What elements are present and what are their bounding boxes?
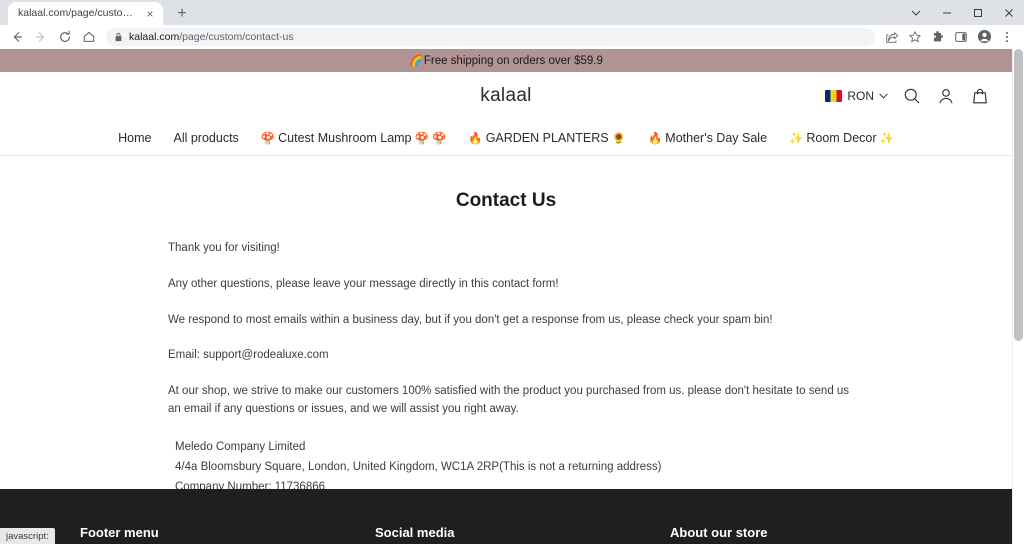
nav-item-garden-planters[interactable]: 🔥 GARDEN PLANTERS 🌻: [468, 131, 626, 145]
nav-item-room-decor[interactable]: ✨ Room Decor ✨: [789, 131, 894, 145]
close-tab-icon[interactable]: ×: [143, 7, 157, 21]
tab-strip: kalaal.com/page/custom/contac × +: [0, 0, 1024, 25]
paragraph: At our shop, we strive to make our custo…: [168, 383, 852, 419]
cart-icon[interactable]: [970, 86, 990, 106]
account-icon[interactable]: [936, 86, 956, 106]
nav-label: GARDEN PLANTERS: [486, 131, 609, 145]
reload-icon[interactable]: [54, 26, 76, 48]
browser-window: kalaal.com/page/custom/contac × +: [0, 0, 1024, 544]
browser-toolbar: kalaal.com/page/custom/contact-us: [0, 25, 1024, 49]
nav-item-mothers-day-sale[interactable]: 🔥 Mother's Day Sale: [648, 131, 767, 145]
back-icon[interactable]: [6, 26, 28, 48]
mushroom-icon-after: 🍄 🍄: [415, 131, 447, 145]
website-content: 🌈Free shipping on orders over $59.9 kala…: [0, 49, 1012, 544]
page-scrollbar[interactable]: [1012, 49, 1024, 544]
email-paragraph: Email: support@rodealuxe.com: [168, 347, 852, 365]
romania-flag-icon: [825, 90, 842, 102]
company-street: 4/4a Bloomsbury Square, London, United K…: [175, 457, 852, 477]
scrollbar-thumb[interactable]: [1014, 49, 1023, 341]
footer-heading-social-media: Social media: [375, 525, 670, 540]
chevron-down-icon: [879, 91, 888, 101]
address-bar[interactable]: kalaal.com/page/custom/contact-us: [106, 28, 875, 46]
maximize-window-icon[interactable]: [962, 0, 993, 25]
tab-search-icon[interactable]: [900, 0, 931, 25]
search-icon[interactable]: [902, 86, 922, 106]
paragraph: We respond to most emails within a busin…: [168, 312, 852, 330]
url-domain: kalaal.com: [129, 31, 179, 43]
nav-label: Home: [118, 131, 151, 145]
sparkles-icon: ✨: [789, 131, 803, 145]
paragraph: Thank you for visiting!: [168, 240, 852, 258]
mushroom-icon: 🍄: [261, 131, 275, 145]
browser-tab[interactable]: kalaal.com/page/custom/contac ×: [8, 2, 163, 25]
close-window-icon[interactable]: [993, 0, 1024, 25]
currency-selector[interactable]: RON: [825, 89, 888, 103]
main-navigation: Home All products 🍄 Cutest Mushroom Lamp…: [0, 120, 1012, 156]
company-name: Meledo Company Limited: [175, 437, 852, 457]
profile-avatar-icon[interactable]: [973, 26, 995, 48]
header-actions: RON: [825, 86, 990, 106]
bookmark-star-icon[interactable]: [904, 26, 926, 48]
sparkles-icon-after: ✨: [880, 131, 894, 145]
site-header: kalaal RON: [0, 72, 1012, 120]
status-bar: javascript:: [0, 528, 55, 544]
new-tab-button[interactable]: +: [169, 3, 195, 25]
page-title: Contact Us: [0, 190, 1012, 212]
toolbar-actions: [881, 26, 1018, 48]
nav-item-all-products[interactable]: All products: [173, 131, 238, 145]
currency-code: RON: [847, 89, 874, 103]
contact-body: Thank you for visiting! Any other questi…: [168, 240, 852, 517]
page-viewport: 🌈Free shipping on orders over $59.9 kala…: [0, 49, 1024, 544]
chrome-menu-icon[interactable]: [996, 26, 1018, 48]
page-content: Contact Us Thank you for visiting! Any o…: [0, 156, 1012, 517]
announcement-text: Free shipping on orders over $59.9: [424, 55, 603, 67]
fire-icon: 🔥: [468, 131, 482, 145]
tab-title: kalaal.com/page/custom/contac: [18, 2, 139, 25]
minimize-window-icon[interactable]: [931, 0, 962, 25]
nav-label: Cutest Mushroom Lamp: [278, 131, 411, 145]
announcement-bar: 🌈Free shipping on orders over $59.9: [0, 49, 1012, 72]
nav-label: Room Decor: [806, 131, 876, 145]
extensions-puzzle-icon[interactable]: [927, 26, 949, 48]
nav-label: All products: [173, 131, 238, 145]
footer-columns: Footer menu Social media About our store: [0, 489, 1012, 540]
footer-heading-footer-menu: Footer menu: [80, 525, 375, 540]
lock-icon: [114, 32, 123, 42]
url-text: kalaal.com/page/custom/contact-us: [129, 31, 294, 43]
forward-icon[interactable]: [30, 26, 52, 48]
share-icon[interactable]: [881, 26, 903, 48]
home-icon[interactable]: [78, 26, 100, 48]
nav-item-home[interactable]: Home: [118, 131, 151, 145]
nav-label: Mother's Day Sale: [665, 131, 767, 145]
url-path: /page/custom/contact-us: [179, 31, 293, 43]
nav-item-cutest-mushroom-lamp[interactable]: 🍄 Cutest Mushroom Lamp 🍄 🍄: [261, 131, 447, 145]
footer-heading-about-our-store: About our store: [670, 525, 768, 540]
site-footer: Footer menu Social media About our store: [0, 489, 1012, 544]
side-panel-icon[interactable]: [950, 26, 972, 48]
sunflower-icon: 🌻: [612, 131, 626, 145]
fire-icon: 🔥: [648, 131, 662, 145]
rainbow-icon: 🌈: [409, 54, 423, 67]
paragraph: Any other questions, please leave your m…: [168, 276, 852, 294]
window-controls: [900, 0, 1024, 25]
